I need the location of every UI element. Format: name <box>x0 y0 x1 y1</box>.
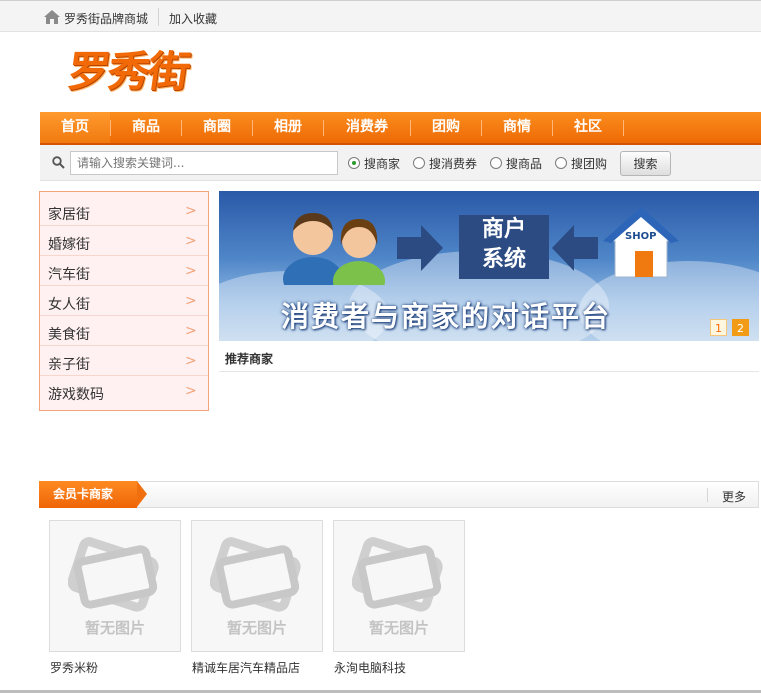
box-line: 商户 <box>481 217 526 242</box>
radio-icon <box>490 157 502 169</box>
shop-house-icon: SHOP <box>603 207 679 278</box>
banner-slogan: 消费者与商家的对话平台 <box>281 300 612 333</box>
main-nav: 首页 商品 商圈 相册 消费券 团购 商情 社区 <box>40 112 761 145</box>
radio-icon <box>413 157 425 169</box>
category-item-auto[interactable]: 汽车街 > <box>40 256 208 286</box>
category-label: 婚嫁街 <box>48 237 90 253</box>
search-button[interactable]: 搜索 <box>620 151 671 176</box>
no-image-text: 暂无图片 <box>368 619 429 637</box>
bookmark-link[interactable]: 加入收藏 <box>169 10 217 27</box>
arrow-left-icon <box>552 225 598 271</box>
merchant-name[interactable]: 永洵电脑科技 <box>334 659 406 676</box>
chevron-right-icon: > <box>185 293 197 309</box>
nav-divider <box>623 120 624 136</box>
category-item-parenting[interactable]: 亲子街 > <box>40 346 208 376</box>
nav-item-albums[interactable]: 相册 <box>253 112 323 143</box>
top-bar: 罗秀街品牌商城 加入收藏 <box>0 0 761 32</box>
category-label: 亲子街 <box>48 357 90 373</box>
no-image-text: 暂无图片 <box>84 619 145 637</box>
nav-item-districts[interactable]: 商圈 <box>182 112 252 143</box>
radio-label: 搜团购 <box>571 156 608 171</box>
shop-label: SHOP <box>625 231 656 242</box>
category-label: 美食街 <box>48 327 90 343</box>
chevron-right-icon: > <box>185 203 197 219</box>
search-input[interactable] <box>70 151 338 175</box>
category-label: 汽车街 <box>48 267 90 283</box>
more-divider <box>707 488 708 502</box>
merchant-card[interactable]: 暂无图片 永洵电脑科技 <box>333 520 465 675</box>
radio-label: 搜商品 <box>506 156 543 171</box>
banner-page-1[interactable]: 1 <box>710 319 727 336</box>
category-label: 家居街 <box>48 207 90 223</box>
radio-icon <box>555 157 567 169</box>
no-image-text: 暂无图片 <box>226 619 287 637</box>
section-title: 会员卡商家 <box>39 481 147 508</box>
section-title: 推荐商家 <box>225 352 274 366</box>
category-label: 女人街 <box>48 297 90 313</box>
radio-selected-icon <box>348 157 360 169</box>
nav-item-community[interactable]: 社区 <box>553 112 623 143</box>
member-section-header: 会员卡商家 更多 <box>39 481 759 508</box>
box-line: 系统 <box>481 247 526 272</box>
category-item-women[interactable]: 女人街 > <box>40 286 208 316</box>
nav-item-products[interactable]: 商品 <box>111 112 181 143</box>
radio-label: 搜消费券 <box>429 156 478 171</box>
radio-search-coupons[interactable]: 搜消费券 <box>413 154 477 172</box>
topbar-divider <box>158 8 159 26</box>
nav-item-home[interactable]: 首页 <box>40 112 110 143</box>
merchant-name[interactable]: 精诚车居汽车精品店 <box>192 659 300 676</box>
category-item-games[interactable]: 游戏数码 > <box>40 376 208 406</box>
category-item-wedding[interactable]: 婚嫁街 > <box>40 226 208 256</box>
radio-search-products[interactable]: 搜商品 <box>490 154 542 172</box>
image-placeholder: 暂无图片 <box>192 521 322 651</box>
recommended-merchants-header: 推荐商家 <box>219 345 759 372</box>
image-placeholder: 暂无图片 <box>334 521 464 651</box>
merchant-card[interactable]: 暂无图片 精诚车居汽车精品店 <box>191 520 323 675</box>
category-item-home[interactable]: 家居街 > <box>40 196 208 226</box>
merchant-card[interactable]: 暂无图片 罗秀米粉 <box>49 520 181 675</box>
search-bar: 搜商家 搜消费券 搜商品 搜团购 搜索 <box>40 145 761 181</box>
image-placeholder: 暂无图片 <box>50 521 180 651</box>
nav-item-coupons[interactable]: 消费券 <box>324 112 410 143</box>
radio-search-groupbuy[interactable]: 搜团购 <box>555 154 607 172</box>
chevron-right-icon: > <box>185 323 197 339</box>
no-image-icon <box>352 537 443 612</box>
merchant-name[interactable]: 罗秀米粉 <box>50 659 98 676</box>
category-list: 家居街 > 婚嫁街 > 汽车街 > 女人街 > 美食街 > 亲子街 > 游戏数码… <box>39 191 209 411</box>
merchant-system-box: 商户 系统 <box>459 215 549 279</box>
nav-item-groupbuy[interactable]: 团购 <box>411 112 481 143</box>
category-item-food[interactable]: 美食街 > <box>40 316 208 346</box>
home-icon[interactable] <box>44 10 60 24</box>
site-logo[interactable]: 罗秀街 <box>64 46 192 98</box>
search-icon <box>52 156 65 169</box>
customers-icon <box>283 213 385 285</box>
chevron-right-icon: > <box>185 353 197 369</box>
promo-banner[interactable]: 商户 系统 SHOP 消费者与商家的对话平台 1 2 <box>219 191 759 341</box>
radio-search-merchants[interactable]: 搜商家 <box>348 154 400 172</box>
chevron-right-icon: > <box>185 233 197 249</box>
more-link[interactable]: 更多 <box>722 488 746 505</box>
chevron-right-icon: > <box>185 263 197 279</box>
chevron-right-icon: > <box>185 383 197 399</box>
site-home-link[interactable]: 罗秀街品牌商城 <box>64 10 148 27</box>
radio-label: 搜商家 <box>364 156 401 171</box>
nav-item-business-info[interactable]: 商情 <box>482 112 552 143</box>
arrow-right-icon <box>397 225 443 271</box>
no-image-icon <box>68 537 159 612</box>
banner-page-2[interactable]: 2 <box>732 319 749 336</box>
category-label: 游戏数码 <box>48 387 104 403</box>
no-image-icon <box>210 537 301 612</box>
